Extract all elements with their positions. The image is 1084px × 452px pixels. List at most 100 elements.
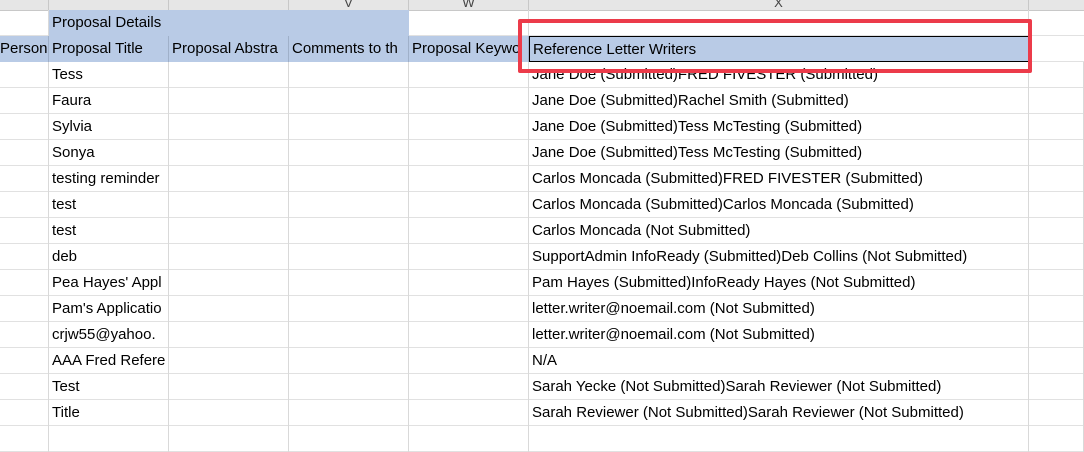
empty-cell[interactable] <box>1029 426 1084 452</box>
column-header-u[interactable] <box>49 0 169 10</box>
empty-cell[interactable] <box>1029 192 1084 218</box>
reference-writers-cell[interactable]: Carlos Moncada (Submitted)FRED FIVESTER … <box>529 166 1029 192</box>
proposal-title-cell[interactable]: Faura <box>49 88 169 114</box>
proposal-keywords-cell[interactable] <box>409 296 529 322</box>
proposal-keywords-cell[interactable] <box>409 400 529 426</box>
proposal-abstract-cell[interactable] <box>169 62 289 88</box>
person-cell[interactable] <box>0 348 49 374</box>
person-cell[interactable] <box>0 166 49 192</box>
empty-cell[interactable] <box>1029 348 1084 374</box>
comments-cell[interactable] <box>289 374 409 400</box>
proposal-abstract-cell[interactable] <box>169 244 289 270</box>
proposal-title-cell[interactable]: testing reminder <box>49 166 169 192</box>
proposal-title-cell[interactable]: Pea Hayes' Appl <box>49 270 169 296</box>
proposal-abstract-cell[interactable] <box>169 348 289 374</box>
comments-cell[interactable] <box>289 244 409 270</box>
column-header-t[interactable] <box>0 0 49 10</box>
proposal-keywords-cell[interactable] <box>409 88 529 114</box>
comments-cell[interactable] <box>289 218 409 244</box>
proposal-title-cell[interactable]: Title <box>49 400 169 426</box>
proposal-keywords-cell[interactable] <box>409 270 529 296</box>
column-header-x[interactable]: X <box>529 0 1029 10</box>
empty-cell[interactable] <box>1029 62 1084 88</box>
reference-writers-cell[interactable]: Jane Doe (Submitted)Tess McTesting (Subm… <box>529 114 1029 140</box>
empty-cell[interactable] <box>1029 270 1084 296</box>
comments-cell[interactable] <box>289 400 409 426</box>
proposal-abstract-cell[interactable] <box>169 140 289 166</box>
proposal-abstract-cell[interactable] <box>169 374 289 400</box>
empty-cell[interactable] <box>0 426 49 452</box>
proposal-details-header[interactable]: Proposal Details <box>49 10 409 36</box>
empty-cell[interactable] <box>1029 400 1084 426</box>
column-header-w[interactable]: W <box>409 0 529 10</box>
proposal-title-cell[interactable]: Pam's Applicatio <box>49 296 169 322</box>
reference-letter-writers-header[interactable]: Reference Letter Writers <box>529 36 1029 62</box>
empty-cell[interactable] <box>529 426 1029 452</box>
person-cell[interactable] <box>0 62 49 88</box>
comments-cell[interactable] <box>289 322 409 348</box>
comments-cell[interactable] <box>289 140 409 166</box>
comments-header[interactable]: Comments to th <box>289 36 409 62</box>
proposal-keywords-cell[interactable] <box>409 244 529 270</box>
empty-cell[interactable] <box>289 426 409 452</box>
proposal-keywords-cell[interactable] <box>409 218 529 244</box>
reference-writers-cell[interactable]: SupportAdmin InfoReady (Submitted)Deb Co… <box>529 244 1029 270</box>
proposal-keywords-cell[interactable] <box>409 114 529 140</box>
cell[interactable] <box>529 10 1029 36</box>
proposal-title-cell[interactable]: Tess <box>49 62 169 88</box>
proposal-title-cell[interactable]: Test <box>49 374 169 400</box>
comments-cell[interactable] <box>289 270 409 296</box>
proposal-keywords-cell[interactable] <box>409 348 529 374</box>
person-cell[interactable] <box>0 270 49 296</box>
reference-writers-cell[interactable]: Jane Doe (Submitted)FRED FIVESTER (Submi… <box>529 62 1029 88</box>
person-cell[interactable] <box>0 374 49 400</box>
empty-cell[interactable] <box>1029 374 1084 400</box>
reference-writers-cell[interactable]: Jane Doe (Submitted)Tess McTesting (Subm… <box>529 140 1029 166</box>
proposal-abstract-cell[interactable] <box>169 296 289 322</box>
proposal-abstract-cell[interactable] <box>169 270 289 296</box>
person-cell[interactable] <box>0 296 49 322</box>
comments-cell[interactable] <box>289 62 409 88</box>
person-cell[interactable] <box>0 88 49 114</box>
proposal-title-header[interactable]: Proposal Title <box>49 36 169 62</box>
proposal-keywords-cell[interactable] <box>409 166 529 192</box>
person-header[interactable]: Person' <box>0 36 49 62</box>
person-cell[interactable] <box>0 322 49 348</box>
person-cell[interactable] <box>0 244 49 270</box>
person-cell[interactable] <box>0 114 49 140</box>
person-cell[interactable] <box>0 400 49 426</box>
proposal-title-cell[interactable]: test <box>49 192 169 218</box>
reference-writers-cell[interactable]: letter.writer@noemail.com (Not Submitted… <box>529 296 1029 322</box>
column-header-v-left[interactable] <box>169 0 289 10</box>
empty-cell[interactable] <box>1029 218 1084 244</box>
proposal-title-cell[interactable]: deb <box>49 244 169 270</box>
reference-writers-cell[interactable]: Carlos Moncada (Submitted)Carlos Moncada… <box>529 192 1029 218</box>
proposal-title-cell[interactable]: test <box>49 218 169 244</box>
proposal-keywords-cell[interactable] <box>409 374 529 400</box>
proposal-title-cell[interactable]: crjw55@yahoo. <box>49 322 169 348</box>
proposal-abstract-cell[interactable] <box>169 114 289 140</box>
comments-cell[interactable] <box>289 88 409 114</box>
empty-cell[interactable] <box>1029 114 1084 140</box>
empty-cell[interactable] <box>1029 140 1084 166</box>
column-header-v[interactable]: V <box>289 0 409 10</box>
comments-cell[interactable] <box>289 114 409 140</box>
comments-cell[interactable] <box>289 166 409 192</box>
proposal-keywords-header[interactable]: Proposal Keywo <box>409 36 529 62</box>
proposal-abstract-cell[interactable] <box>169 192 289 218</box>
person-cell[interactable] <box>0 218 49 244</box>
proposal-title-cell[interactable]: AAA Fred Refere <box>49 348 169 374</box>
cell[interactable] <box>0 10 49 36</box>
proposal-keywords-cell[interactable] <box>409 140 529 166</box>
proposal-keywords-cell[interactable] <box>409 322 529 348</box>
reference-writers-cell[interactable]: Carlos Moncada (Not Submitted) <box>529 218 1029 244</box>
proposal-abstract-cell[interactable] <box>169 400 289 426</box>
empty-cell[interactable] <box>49 426 169 452</box>
proposal-keywords-cell[interactable] <box>409 62 529 88</box>
proposal-abstract-cell[interactable] <box>169 88 289 114</box>
reference-writers-cell[interactable]: letter.writer@noemail.com (Not Submitted… <box>529 322 1029 348</box>
person-cell[interactable] <box>0 140 49 166</box>
empty-cell[interactable] <box>1029 296 1084 322</box>
cell[interactable] <box>409 10 529 36</box>
reference-writers-cell[interactable]: Pam Hayes (Submitted)InfoReady Hayes (No… <box>529 270 1029 296</box>
